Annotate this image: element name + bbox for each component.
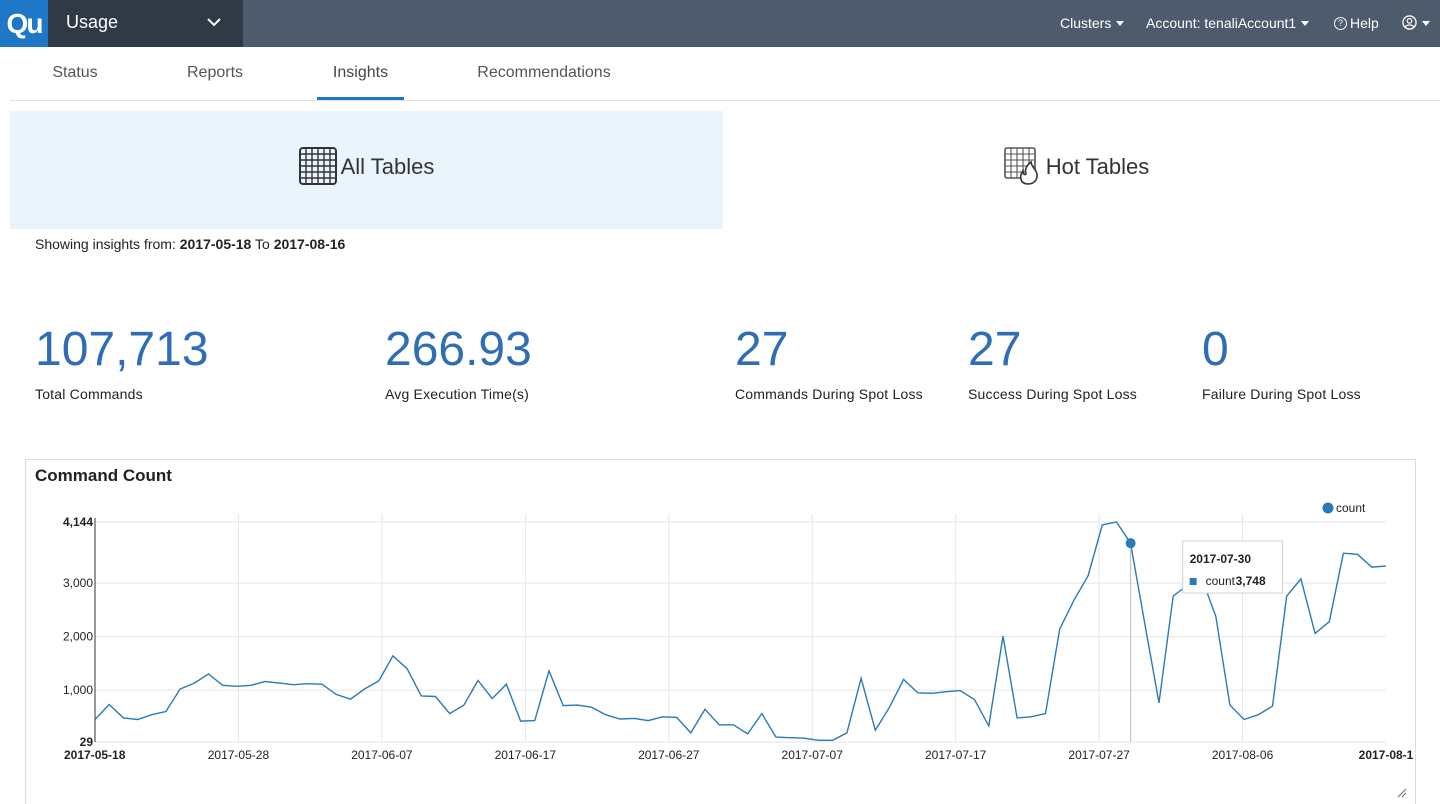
- top-navbar: Qu Usage Clusters Account: tenaliAccount…: [0, 0, 1440, 47]
- stat-value: 27: [735, 323, 789, 376]
- legend-marker: [1322, 502, 1334, 514]
- stat-value: 266.93: [385, 323, 532, 376]
- app-title: Usage: [66, 12, 119, 32]
- stat-value: 0: [1202, 323, 1229, 376]
- tooltip-swatch: [1189, 578, 1197, 585]
- table-grid-icon: [298, 147, 337, 185]
- tab-bar: Status Reports Insights Recommendations: [10, 47, 1440, 101]
- stat-label: Avg Execution Time(s): [385, 386, 529, 402]
- stat-label: Failure During Spot Loss: [1202, 386, 1361, 402]
- tab-reports[interactable]: Reports: [175, 47, 255, 100]
- command-count-chart[interactable]: 29 1,000 2,000 3,000 4,144 2017-05-18 2017-05-…: [26, 460, 1417, 803]
- app-logo[interactable]: Qu: [0, 0, 48, 47]
- hover-point: [1125, 538, 1136, 549]
- account-label: Account: tenaliAccount1: [1146, 15, 1297, 31]
- x-tick-label: 2017-08-06: [1212, 748, 1274, 762]
- y-tick-label: 29: [80, 735, 94, 749]
- tooltip-series: count: [1206, 574, 1236, 588]
- x-tick-label: 2017-07-17: [925, 748, 987, 762]
- command-count-card: Command Count 29 1,000 2,000 3,000 4,144 2017…: [25, 459, 1416, 804]
- x-tick-label: 2017-06-07: [351, 748, 413, 762]
- x-tick-label: 2017-07-27: [1068, 748, 1130, 762]
- caret-down-icon: [1422, 20, 1430, 26]
- all-tables-label: All Tables: [340, 153, 435, 179]
- stat-label: Commands During Spot Loss: [735, 386, 923, 402]
- stat-failure-spot-loss: 0 Failure During Spot Loss: [1202, 323, 1361, 403]
- user-circle-icon: [1402, 15, 1417, 31]
- tooltip-date: 2017-07-30: [1190, 552, 1252, 566]
- stat-label: Total Commands: [35, 386, 143, 402]
- resize-handle-icon[interactable]: [1397, 788, 1407, 798]
- stat-success-spot-loss: 27 Success During Spot Loss: [968, 323, 1137, 403]
- range-to-word: To: [255, 236, 270, 252]
- tab-insights[interactable]: Insights: [317, 47, 404, 100]
- y-tick-label: 2,000: [63, 630, 93, 644]
- all-tables-button[interactable]: All Tables: [10, 111, 723, 229]
- clusters-menu[interactable]: Clusters: [1060, 0, 1125, 47]
- hot-table-icon: [1003, 147, 1038, 185]
- tab-recommendations[interactable]: Recommendations: [470, 47, 618, 100]
- x-tick-label: 2017-08-1: [1359, 748, 1414, 762]
- x-tick-label: 2017-05-28: [208, 748, 270, 762]
- date-range-text: Showing insights from: 2017-05-18 To 201…: [35, 236, 345, 252]
- x-tick-label: 2017-06-27: [638, 748, 700, 762]
- caret-down-icon: [1301, 20, 1310, 26]
- user-menu[interactable]: [1402, 0, 1430, 47]
- caret-down-icon: [1116, 20, 1125, 26]
- stat-value: 107,713: [35, 323, 209, 376]
- stat-avg-execution-time: 266.93 Avg Execution Time(s): [385, 323, 532, 403]
- account-menu[interactable]: Account: tenaliAccount1: [1146, 0, 1310, 47]
- clusters-label: Clusters: [1060, 15, 1112, 31]
- x-tick-label: 2017-07-07: [782, 748, 844, 762]
- tab-status[interactable]: Status: [40, 47, 110, 100]
- hot-tables-button[interactable]: Hot Tables: [723, 111, 1430, 229]
- app-switcher[interactable]: Usage: [48, 0, 243, 47]
- range-prefix: Showing insights from:: [35, 236, 176, 252]
- y-tick-label: 3,000: [63, 576, 93, 590]
- stat-value: 27: [968, 323, 1022, 376]
- y-tick-label: 4,144: [63, 515, 93, 529]
- question-circle-icon: ?: [1334, 16, 1347, 30]
- stat-label: Success During Spot Loss: [968, 386, 1137, 402]
- y-tick-label: 1,000: [63, 683, 93, 697]
- x-tick-label: 2017-06-17: [495, 748, 557, 762]
- legend-label: count: [1336, 501, 1366, 515]
- tooltip-value: 3,748: [1236, 574, 1266, 588]
- range-from: 2017-05-18: [179, 236, 252, 252]
- range-to: 2017-08-16: [273, 236, 346, 252]
- x-tick-label: 2017-05-18: [64, 748, 126, 762]
- help-link[interactable]: ? Help: [1334, 0, 1379, 47]
- chevron-down-icon: [207, 18, 221, 27]
- hot-tables-label: Hot Tables: [1045, 153, 1150, 179]
- stat-commands-spot-loss: 27 Commands During Spot Loss: [735, 323, 923, 403]
- stat-total-commands: 107,713 Total Commands: [35, 323, 209, 403]
- help-label: Help: [1350, 15, 1379, 31]
